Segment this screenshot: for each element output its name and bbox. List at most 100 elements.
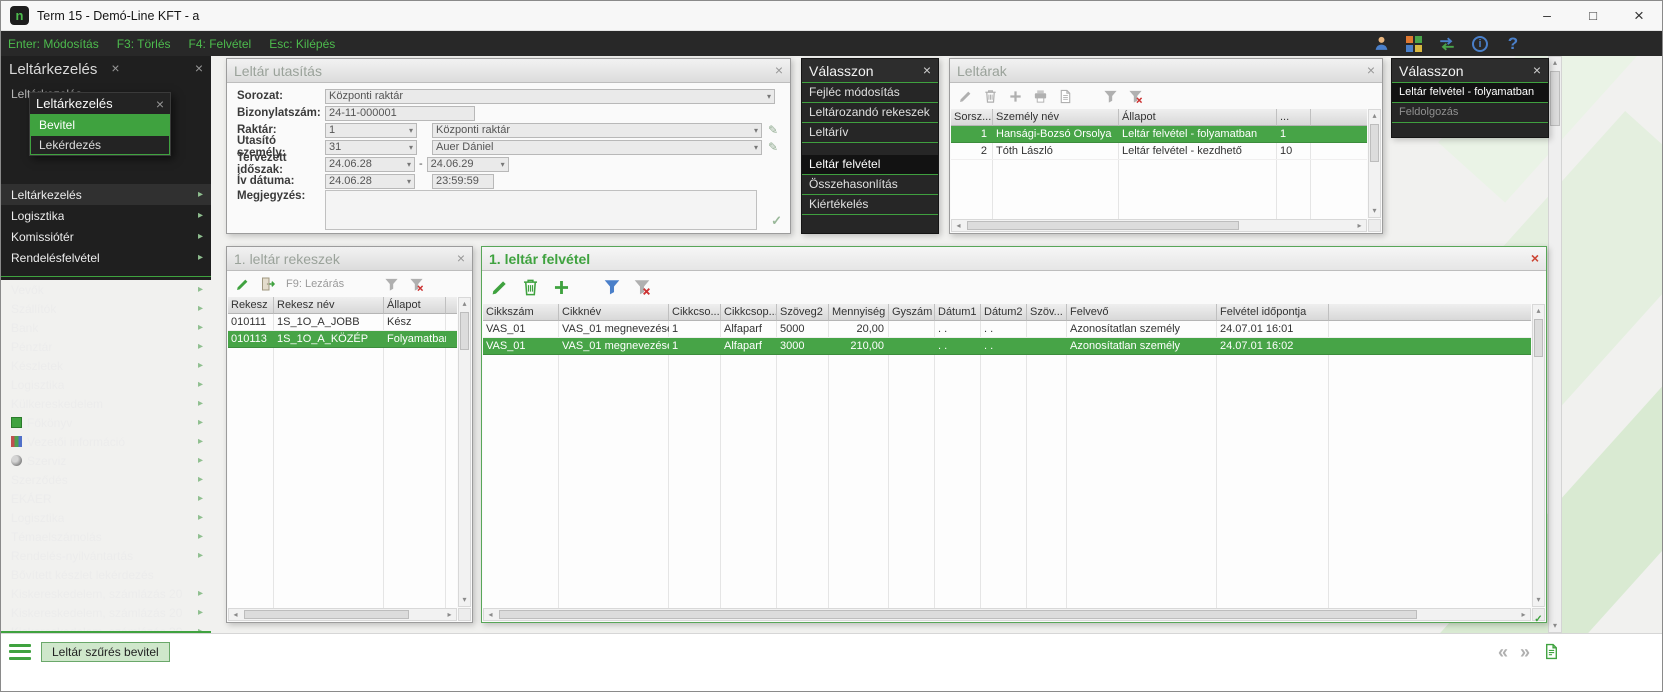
panel-header[interactable]: 1. leltár rekeszek [227,247,472,271]
close-icon[interactable] [1531,251,1539,267]
maximize-button[interactable] [1570,1,1616,30]
close-icon[interactable] [111,61,119,77]
scroll-down-icon[interactable] [1533,594,1544,606]
close-icon[interactable] [195,61,203,77]
action-menu-item[interactable]: Összehasonlítás [802,175,938,195]
scrollbar-thumb[interactable] [1534,319,1543,357]
sidebar-menu-item[interactable]: Vezetői információ [1,432,211,451]
filter-off-icon[interactable] [1128,89,1143,104]
submenu-item[interactable]: Lekérdezés [30,135,170,155]
sidebar-menu-item[interactable]: Logisztika [1,205,211,226]
add-icon[interactable] [552,278,571,297]
filter-off-icon[interactable] [633,278,651,296]
scrollbar-track[interactable] [965,220,1353,231]
filter-off-icon[interactable] [409,277,424,292]
scrollbar-track[interactable] [1369,122,1380,205]
column-header[interactable]: Mennyiség [829,304,889,321]
szemely-code-select[interactable]: 31 [325,140,417,155]
confirm-check-icon[interactable] [1532,608,1545,621]
panel-header[interactable]: Leltár utasítás [227,59,790,83]
close-icon[interactable] [775,63,783,79]
sidebar-menu-item[interactable]: Bővített készlet lekérdezés [1,565,211,584]
megjegyzes-textarea[interactable] [325,190,757,230]
column-header[interactable]: Gyszám [889,304,935,321]
horizontal-scrollbar[interactable] [483,608,1531,621]
szemely-name-select[interactable]: Auer Dániel [432,140,762,155]
scroll-up-icon[interactable] [1549,57,1561,69]
document-icon[interactable] [1542,643,1560,661]
nav-previous-icon[interactable] [1498,643,1508,661]
submenu-item[interactable]: Bevitel [30,115,170,135]
action-menu-item[interactable]: Kiértékelés [802,195,938,215]
scroll-right-icon[interactable] [1517,609,1530,620]
column-header[interactable]: Cikkszám [483,304,559,321]
transfer-arrows-icon[interactable] [1438,35,1456,53]
delete-icon[interactable] [521,278,540,297]
iv-ido-input[interactable]: 23:59:59 [432,174,494,189]
panel-header[interactable]: Leltárak [950,59,1382,83]
column-header[interactable]: Állapot [384,297,446,314]
close-icon[interactable] [457,251,465,267]
delete-icon[interactable] [983,89,998,104]
filter-icon[interactable] [384,277,399,292]
column-header[interactable]: Dátum2 [981,304,1027,321]
table-row[interactable]: 1Hansági-Bozsó OrsolyaLeltár felvétel - … [951,126,1367,143]
scrollbar-track[interactable] [1533,317,1544,594]
table-row[interactable]: 0101131S_1O_A_KÖZÉPFolyamatban [228,331,457,348]
column-header[interactable]: Rekesz név [274,297,384,314]
document-icon[interactable] [1058,89,1073,104]
vertical-scrollbar[interactable] [1532,304,1545,607]
filter-icon[interactable] [1103,89,1118,104]
scrollbar-thumb[interactable] [1370,124,1379,162]
workspace-scrollbar[interactable] [1548,56,1562,633]
column-header[interactable]: Cikkcso... [669,304,721,321]
vertical-scrollbar[interactable] [1368,109,1381,218]
column-header[interactable]: Dátum1 [935,304,981,321]
close-icon[interactable] [1367,63,1375,79]
minimize-button[interactable] [1524,1,1570,30]
sidebar-menu-item[interactable]: Szállítók [1,299,211,318]
scrollbar-thumb[interactable] [967,221,1239,230]
column-header[interactable]: Cikkcsop... [721,304,777,321]
close-button[interactable] [1616,1,1662,30]
idoszak-from-select[interactable]: 24.06.28 [325,157,415,172]
scroll-left-icon[interactable] [484,609,497,620]
modules-grid-icon[interactable] [1406,36,1422,52]
edit-icon[interactable] [768,141,778,153]
scrollbar-track[interactable] [1549,69,1561,620]
column-header[interactable]: Sorsz... [951,109,993,126]
table-row[interactable]: 0101111S_1O_A_JOBBKész [228,314,457,331]
scroll-right-icon[interactable] [443,609,456,620]
sidebar-menu-item[interactable]: Rendelésfelvétel [1,247,211,268]
help-icon[interactable] [1504,35,1522,53]
panel-header[interactable]: Válasszon [802,59,938,83]
sidebar-menu-item[interactable]: EKÁER [1,489,211,508]
sidebar-menu-item[interactable]: Kiskereskedelem, számlázás 20 [1,584,211,603]
action-menu-item[interactable]: Fejléc módosítás [802,83,938,103]
scroll-left-icon[interactable] [952,220,965,231]
vertical-scrollbar[interactable] [458,297,471,607]
action-menu-item[interactable]: Feldolgozás [1392,103,1548,123]
scroll-down-icon[interactable] [1369,205,1380,217]
filter-icon[interactable] [603,278,621,296]
print-icon[interactable] [1033,89,1048,104]
scrollbar-thumb[interactable] [499,610,1417,619]
column-header[interactable]: ... [1277,109,1311,126]
sidebar-menu-item[interactable]: Témaelszámolás [1,527,211,546]
edit-icon[interactable] [768,124,778,136]
scroll-up-icon[interactable] [1369,110,1380,122]
action-menu-item[interactable]: Leltár felvétel [802,155,938,175]
scrollbar-thumb[interactable] [1550,71,1560,126]
sidebar-menu-item[interactable]: Kiskereskedelem, számlázás 30 [1,622,211,633]
column-header[interactable]: Szöv... [1027,304,1067,321]
scroll-up-icon[interactable] [1533,305,1544,317]
action-menu-item[interactable]: Leltár felvétel - folyamatban [1392,83,1548,103]
edit-icon[interactable] [235,277,250,292]
sorozat-select[interactable]: Központi raktár [325,89,775,104]
column-header[interactable]: Rekesz [228,297,274,314]
scrollbar-thumb[interactable] [244,610,409,619]
sidebar-menu-item[interactable]: Pénztár [1,337,211,356]
panel-header[interactable]: 1. leltár felvétel [482,247,1546,271]
close-icon[interactable] [156,97,164,111]
scrollbar-track[interactable] [459,310,470,594]
